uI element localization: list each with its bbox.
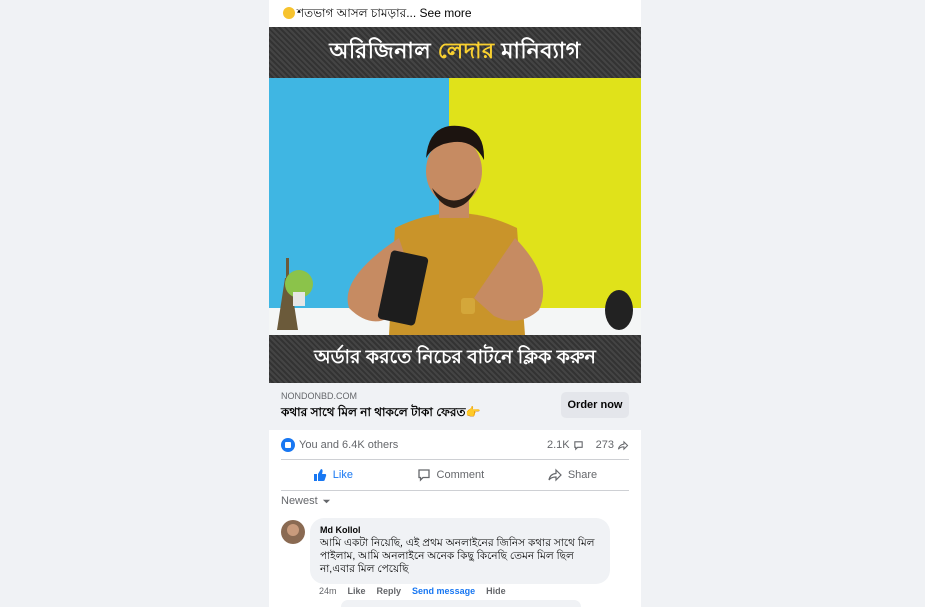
share-arrow-icon	[617, 440, 629, 450]
comment-time[interactable]: 24m	[319, 586, 337, 596]
comment-text: আমি একটা নিয়েছি, এই প্রথম অনলাইনের জিনি…	[320, 537, 595, 575]
link-preview[interactable]: NONDONBD.COM কথার সাথে মিল না থাকলে টাকা…	[269, 383, 641, 430]
engagement-counts: 2.1K 273	[547, 436, 629, 454]
emoji-icon	[283, 7, 295, 19]
order-now-button[interactable]: Order now	[561, 392, 629, 418]
chevron-down-icon	[322, 499, 330, 503]
post-media[interactable]: অরিজিনাল লেদার মানিব্যাগ অর্ডার করতে নিচ…	[269, 27, 641, 383]
thumbs-up-icon	[313, 469, 326, 481]
comment-meta: 24m Like Reply Send message Hide	[319, 586, 506, 596]
share-button[interactable]: Share	[548, 468, 597, 482]
top-banner: অরিজিনাল লেদার মানিব্যাগ	[269, 27, 641, 78]
divider-top	[281, 459, 629, 460]
comment-button[interactable]: Comment	[417, 468, 484, 482]
comment-icon	[417, 469, 430, 482]
commenter-avatar[interactable]	[281, 520, 305, 544]
comment-sort[interactable]: Newest	[281, 495, 331, 507]
link-title: কথার সাথে মিল না থাকলে টাকা ফেরত👉	[281, 405, 481, 419]
caption-text: শতভাগ আসল চামড়ার...	[297, 6, 417, 20]
reaction-summary-text: You and 6.4K others	[299, 439, 399, 451]
post-caption: শতভাগ আসল চামড়ার... See more	[283, 5, 472, 25]
product-photo	[269, 78, 641, 335]
share-icon	[548, 468, 562, 482]
divider-bottom	[281, 490, 629, 491]
action-bar: Like Comment Share	[281, 461, 629, 489]
reaction-summary[interactable]: You and 6.4K others	[281, 436, 398, 454]
next-comment-preview	[341, 600, 581, 607]
link-domain: NONDONBD.COM	[281, 391, 357, 401]
like-button[interactable]: Like	[313, 468, 353, 482]
post-card: শতভাগ আসল চামড়ার... See more অরিজিনাল ল…	[269, 0, 641, 607]
comment-count[interactable]: 2.1K	[547, 439, 584, 451]
see-more-link[interactable]: See more	[420, 6, 472, 20]
hide-comment-button[interactable]: Hide	[486, 586, 506, 596]
comment-bubble: Md Kollol আমি একটা নিয়েছি, এই প্রথম অনল…	[310, 518, 610, 584]
top-banner-text: অরিজিনাল লেদার মানিব্যাগ	[329, 38, 581, 63]
bottom-banner: অর্ডার করতে নিচের বাটনে ক্লিক করুন	[269, 335, 641, 383]
comment-bubble-icon	[573, 440, 583, 450]
send-message-button[interactable]: Send message	[412, 586, 475, 596]
share-count[interactable]: 273	[596, 439, 629, 451]
like-reaction-icon	[281, 438, 295, 452]
comment-author[interactable]: Md Kollol	[320, 525, 600, 535]
comment-reply-button[interactable]: Reply	[377, 586, 402, 596]
comment-like-button[interactable]: Like	[348, 586, 366, 596]
bottom-banner-text: অর্ডার করতে নিচের বাটনে ক্লিক করুন	[314, 347, 596, 368]
presenter-illustration	[277, 125, 633, 335]
